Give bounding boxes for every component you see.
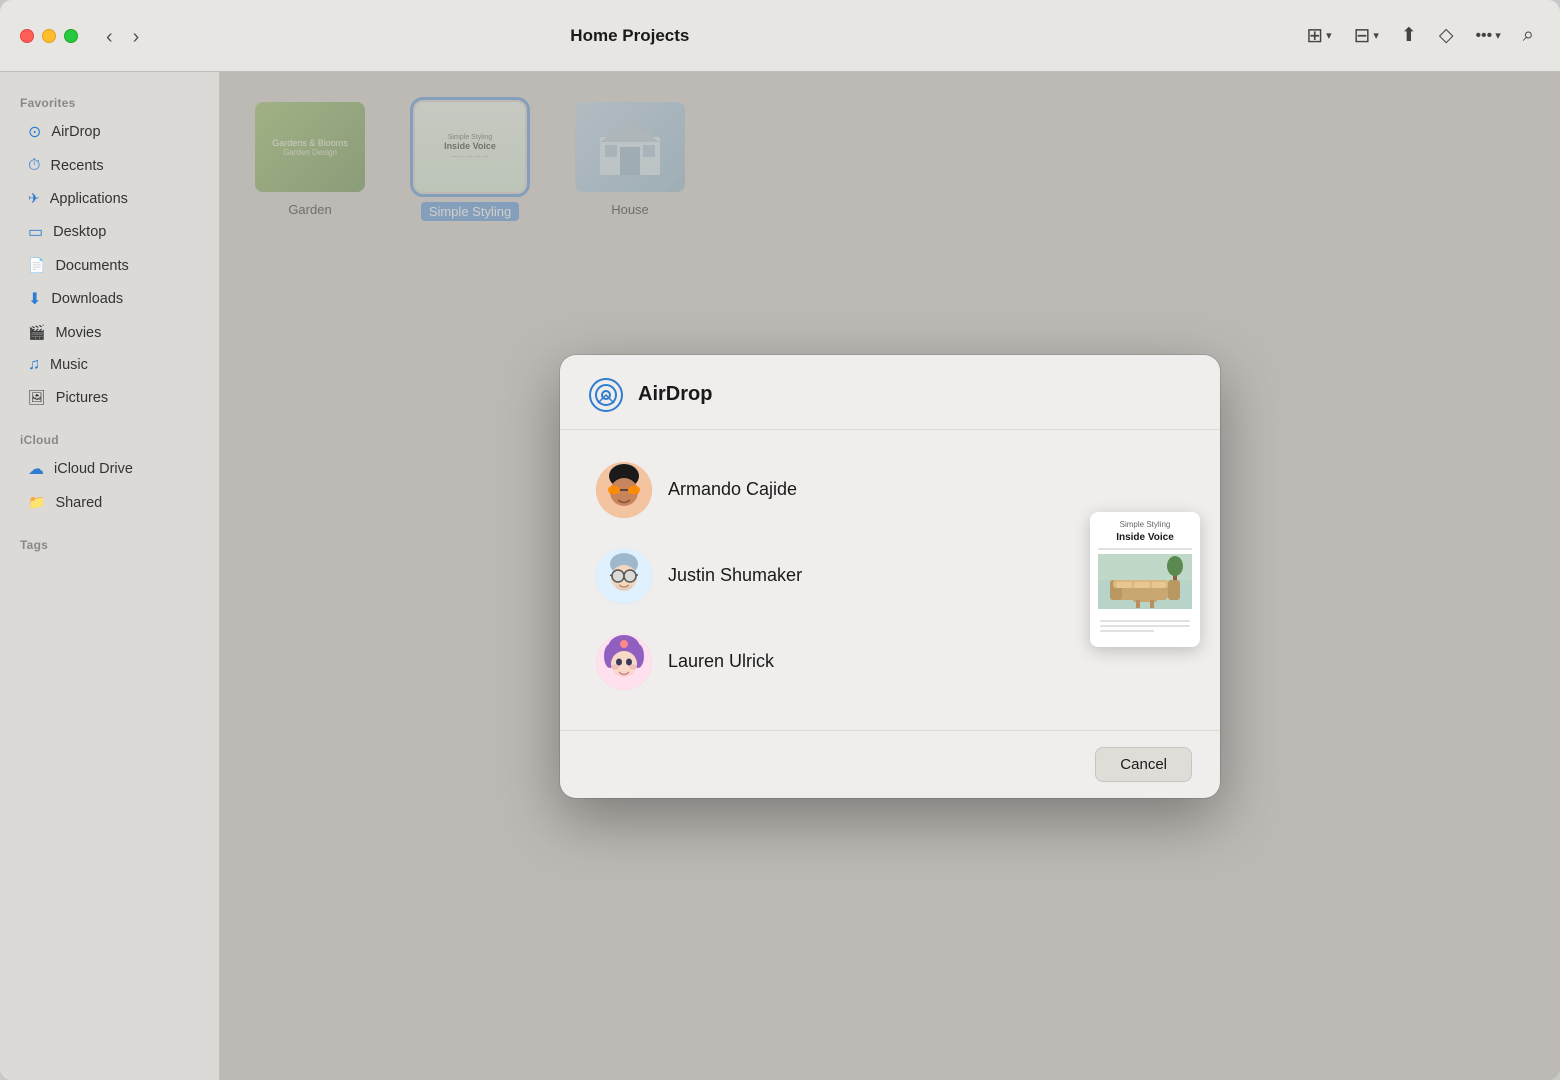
sidebar-item-label: Movies <box>55 325 101 341</box>
sidebar-item-label: Applications <box>50 191 128 207</box>
back-icon: ‹ <box>106 26 113 48</box>
modal-overlay: AirDrop <box>220 72 1560 1080</box>
sidebar-item-airdrop[interactable]: ⊙ AirDrop <box>8 115 211 149</box>
forward-icon: › <box>133 26 140 48</box>
titlebar: ‹ › Home Projects ⊞ ▾ ⊟ ▾ ⬆ ◇ ••• <box>0 0 1560 72</box>
music-icon: ♫ <box>28 356 40 374</box>
more-button[interactable]: ••• ▾ <box>1469 21 1506 51</box>
sidebar-item-label: AirDrop <box>51 124 100 140</box>
airdrop-modal: AirDrop <box>560 355 1220 798</box>
sidebar-item-shared[interactable]: 📁 Shared <box>8 487 211 518</box>
contact-armando[interactable]: Armando Cajide <box>568 448 1082 532</box>
sidebar-item-label: Recents <box>50 158 103 174</box>
share-icon: ⬆ <box>1401 24 1417 47</box>
icloud-drive-icon: ☁ <box>28 459 44 479</box>
avatar-lauren <box>596 634 652 690</box>
contact-name-justin: Justin Shumaker <box>668 565 802 586</box>
cancel-button[interactable]: Cancel <box>1095 747 1192 782</box>
grid-icon: ⊞ <box>1306 23 1323 48</box>
icloud-section-title: iCloud <box>0 425 219 451</box>
contact-justin[interactable]: Justin Shumaker <box>568 534 1082 618</box>
contacts-list: Armando Cajide <box>560 438 1090 722</box>
traffic-lights <box>20 29 78 43</box>
back-button[interactable]: ‹ <box>98 21 121 51</box>
group-button[interactable]: ⊟ ▾ <box>1348 17 1385 54</box>
contact-name-armando: Armando Cajide <box>668 479 797 500</box>
minimize-button[interactable] <box>42 29 56 43</box>
tag-button[interactable]: ◇ <box>1433 18 1460 53</box>
sidebar-item-label: Desktop <box>53 224 106 240</box>
airdrop-icon: ⊙ <box>28 122 41 142</box>
finder-window: ‹ › Home Projects ⊞ ▾ ⊟ ▾ ⬆ ◇ ••• <box>0 0 1560 1080</box>
sidebar-item-documents[interactable]: 📄 Documents <box>8 250 211 281</box>
sidebar-item-icloud-drive[interactable]: ☁ iCloud Drive <box>8 452 211 486</box>
preview-text-lines <box>1098 613 1192 639</box>
sidebar-item-downloads[interactable]: ⬇ Downloads <box>8 282 211 316</box>
modal-body: Armando Cajide <box>560 430 1220 730</box>
nav-buttons: ‹ › <box>98 21 147 51</box>
sidebar-item-label: Shared <box>55 495 102 511</box>
sidebar: Favorites ⊙ AirDrop ⏱ Recents ✈ Applicat… <box>0 72 220 1080</box>
tag-icon: ◇ <box>1439 24 1454 47</box>
sidebar-item-applications[interactable]: ✈ Applications <box>8 183 211 214</box>
chevron-down-icon: ▾ <box>1326 29 1332 42</box>
search-button[interactable]: ⌕ <box>1517 18 1540 53</box>
movies-icon: 🎬 <box>28 324 45 341</box>
window-title: Home Projects <box>159 26 1100 46</box>
recents-icon: ⏱ <box>28 157 40 175</box>
preview-main-title: Inside Voice <box>1098 531 1192 544</box>
close-button[interactable] <box>20 29 34 43</box>
modal-title: AirDrop <box>638 383 712 406</box>
share-button[interactable]: ⬆ <box>1395 18 1423 53</box>
contact-name-lauren: Lauren Ulrick <box>668 651 774 672</box>
content-area: Gardens & Blooms Garden Design Garden Si… <box>220 72 1560 1080</box>
sidebar-item-label: Music <box>50 357 88 373</box>
modal-header: AirDrop <box>560 355 1220 430</box>
airdrop-modal-icon <box>588 377 624 413</box>
sidebar-item-pictures[interactable]: 🖼 Pictures <box>8 382 211 413</box>
preview-text-line1 <box>1098 548 1192 550</box>
sidebar-item-recents[interactable]: ⏱ Recents <box>8 150 211 182</box>
more-icon: ••• <box>1475 27 1492 45</box>
desktop-icon: ▭ <box>28 222 43 242</box>
favorites-section-title: Favorites <box>0 88 219 114</box>
preview-card: Simple Styling Inside Voice <box>1090 512 1200 646</box>
toolbar-actions: ⊞ ▾ ⊟ ▾ ⬆ ◇ ••• ▾ ⌕ <box>1300 17 1540 54</box>
applications-icon: ✈ <box>28 190 40 207</box>
sidebar-item-label: Pictures <box>56 390 108 406</box>
chevron-down-icon3: ▾ <box>1495 29 1501 42</box>
forward-button[interactable]: › <box>125 21 148 51</box>
group-icon: ⊟ <box>1354 23 1371 48</box>
avatar-armando <box>596 462 652 518</box>
view-grid-button[interactable]: ⊞ ▾ <box>1300 17 1337 54</box>
preview-subtitle: Simple Styling Inside Voice <box>1098 520 1192 543</box>
modal-footer: Cancel <box>560 730 1220 798</box>
pictures-icon: 🖼 <box>28 389 46 406</box>
search-icon: ⌕ <box>1523 24 1534 47</box>
sidebar-item-label: Downloads <box>51 291 123 307</box>
preview-image <box>1098 554 1192 609</box>
file-preview-area: Simple Styling Inside Voice <box>1090 438 1220 722</box>
sidebar-item-label: iCloud Drive <box>54 461 133 477</box>
maximize-button[interactable] <box>64 29 78 43</box>
chevron-down-icon2: ▾ <box>1373 29 1379 42</box>
downloads-icon: ⬇ <box>28 289 41 309</box>
shared-icon: 📁 <box>28 494 45 511</box>
sidebar-item-movies[interactable]: 🎬 Movies <box>8 317 211 348</box>
documents-icon: 📄 <box>28 257 45 274</box>
avatar-justin <box>596 548 652 604</box>
sidebar-item-music[interactable]: ♫ Music <box>8 349 211 381</box>
sidebar-item-label: Documents <box>55 258 128 274</box>
contact-lauren[interactable]: Lauren Ulrick <box>568 620 1082 704</box>
tags-section-title: Tags <box>0 530 219 556</box>
sidebar-item-desktop[interactable]: ▭ Desktop <box>8 215 211 249</box>
main-area: Favorites ⊙ AirDrop ⏱ Recents ✈ Applicat… <box>0 72 1560 1080</box>
